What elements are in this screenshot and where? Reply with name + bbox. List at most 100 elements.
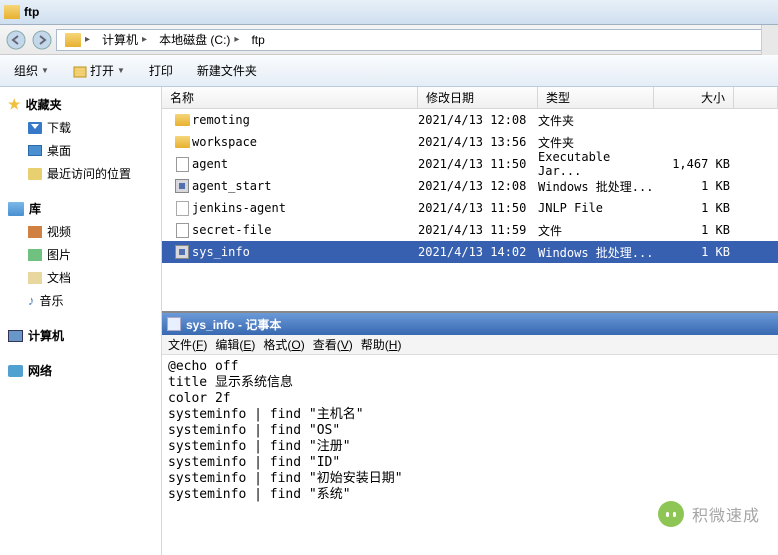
notepad-window: sys_info - 记事本 文件(F) 编辑(E) 格式(O) 查看(V) 帮… [162, 311, 778, 505]
sidebar-videos[interactable]: 视频 [0, 220, 161, 243]
txt-icon [176, 223, 189, 238]
file-row[interactable]: agent2021/4/13 11:50Executable Jar...1,4… [162, 153, 778, 175]
sidebar-computer[interactable]: 计算机 [0, 324, 161, 347]
file-type: Executable Jar... [538, 150, 654, 178]
file-date: 2021/4/13 13:56 [418, 135, 538, 149]
file-type: Windows 批处理... [538, 178, 654, 195]
file-row[interactable]: secret-file2021/4/13 11:59文件1 KB [162, 219, 778, 241]
file-type: 文件 [538, 222, 654, 239]
network-icon [8, 365, 23, 377]
file-row[interactable]: sys_info2021/4/13 14:02Windows 批处理...1 K… [162, 241, 778, 263]
organize-button[interactable]: 组织▼ [8, 59, 55, 82]
file-date: 2021/4/13 14:02 [418, 245, 538, 259]
computer-icon [8, 330, 23, 342]
sidebar-pictures[interactable]: 图片 [0, 243, 161, 266]
file-row[interactable]: agent_start2021/4/13 12:08Windows 批处理...… [162, 175, 778, 197]
folder-icon [175, 114, 190, 126]
back-button[interactable] [4, 28, 28, 52]
sidebar-recent[interactable]: 最近访问的位置 [0, 162, 161, 185]
file-date: 2021/4/13 12:08 [418, 113, 538, 127]
open-icon [73, 64, 87, 78]
notepad-title: sys_info - 记事本 [186, 316, 281, 333]
column-name[interactable]: 名称 [162, 87, 418, 108]
file-date: 2021/4/13 11:50 [418, 201, 538, 215]
folder-icon [65, 33, 81, 47]
menu-view[interactable]: 查看(V) [309, 334, 357, 355]
notepad-menu: 文件(F) 编辑(E) 格式(O) 查看(V) 帮助(H) [162, 335, 778, 355]
sidebar-music[interactable]: ♪音乐 [0, 289, 161, 312]
file-row[interactable]: workspace2021/4/13 13:56文件夹 [162, 131, 778, 153]
jnlp-icon [176, 201, 189, 216]
file-list-header: 名称 修改日期 类型 大小 [162, 87, 778, 109]
sidebar-documents[interactable]: 文档 [0, 266, 161, 289]
file-name: secret-file [192, 223, 418, 237]
menu-format[interactable]: 格式(O) [259, 334, 308, 355]
download-icon [28, 122, 42, 134]
sidebar-libraries[interactable]: 库 [0, 197, 161, 220]
file-size: 1,467 KB [654, 157, 730, 171]
crumb-drive[interactable]: 本地磁盘 (C:)▸ [153, 29, 245, 50]
sidebar-network[interactable]: 网络 [0, 359, 161, 382]
video-icon [28, 226, 42, 238]
file-date: 2021/4/13 11:50 [418, 157, 538, 171]
folder-icon [175, 136, 190, 148]
menu-edit[interactable]: 编辑(E) [211, 334, 259, 355]
sidebar-desktop[interactable]: 桌面 [0, 139, 161, 162]
picture-icon [28, 249, 42, 261]
file-name: agent_start [192, 179, 418, 193]
window-title-bar: ftp [0, 0, 778, 25]
menu-help[interactable]: 帮助(H) [357, 334, 406, 355]
crumb-folder[interactable]: ftp [245, 31, 270, 49]
file-name: remoting [192, 113, 418, 127]
column-size[interactable]: 大小 [654, 87, 734, 108]
music-icon: ♪ [28, 293, 35, 308]
file-name: workspace [192, 135, 418, 149]
file-name: jenkins-agent [192, 201, 418, 215]
notepad-title-bar[interactable]: sys_info - 记事本 [162, 313, 778, 335]
file-type: JNLP File [538, 201, 654, 215]
file-size: 1 KB [654, 179, 730, 193]
file-date: 2021/4/13 12:08 [418, 179, 538, 193]
sidebar-downloads[interactable]: 下载 [0, 116, 161, 139]
desktop-icon [28, 145, 42, 156]
bat-icon [175, 245, 189, 259]
file-row[interactable]: remoting2021/4/13 12:08文件夹 [162, 109, 778, 131]
notepad-content[interactable]: @echo off title 显示系统信息 color 2f systemin… [162, 355, 778, 505]
column-date[interactable]: 修改日期 [418, 87, 538, 108]
file-name: sys_info [192, 245, 418, 259]
crumb-computer[interactable]: 计算机▸ [96, 29, 153, 50]
file-type: 文件夹 [538, 112, 654, 129]
library-icon [8, 202, 24, 216]
bat-icon [175, 179, 189, 193]
nav-bar: ▸ 计算机▸ 本地磁盘 (C:)▸ ftp [0, 25, 778, 55]
forward-button[interactable] [30, 28, 54, 52]
file-date: 2021/4/13 11:59 [418, 223, 538, 237]
toolbar: 组织▼ 打开▼ 打印 新建文件夹 [0, 55, 778, 87]
file-type: 文件夹 [538, 134, 654, 151]
new-folder-button[interactable]: 新建文件夹 [191, 59, 263, 82]
file-row[interactable]: jenkins-agent2021/4/13 11:50JNLP File1 K… [162, 197, 778, 219]
breadcrumb[interactable]: ▸ 计算机▸ 本地磁盘 (C:)▸ ftp [56, 29, 774, 51]
scrollbar[interactable] [761, 25, 778, 55]
document-icon [28, 272, 42, 284]
sidebar: ★收藏夹 下载 桌面 最近访问的位置 库 视频 图片 文档 ♪音乐 计算机 网络 [0, 87, 162, 555]
file-size: 1 KB [654, 245, 730, 259]
file-type: Windows 批处理... [538, 244, 654, 261]
star-icon: ★ [8, 96, 21, 113]
file-list: remoting2021/4/13 12:08文件夹workspace2021/… [162, 109, 778, 263]
sidebar-favorites[interactable]: ★收藏夹 [0, 93, 161, 116]
recent-icon [28, 168, 42, 180]
watermark: 积微速成 [658, 501, 760, 527]
file-name: agent [192, 157, 418, 171]
open-button[interactable]: 打开▼ [67, 59, 131, 82]
file-size: 1 KB [654, 201, 730, 215]
file-size: 1 KB [654, 223, 730, 237]
window-title: ftp [24, 5, 39, 19]
print-button[interactable]: 打印 [143, 59, 179, 82]
jar-icon [176, 157, 189, 172]
column-type[interactable]: 类型 [538, 87, 654, 108]
menu-file[interactable]: 文件(F) [164, 334, 211, 355]
wechat-icon [658, 501, 684, 527]
folder-icon [4, 5, 20, 19]
notepad-icon [167, 317, 181, 331]
